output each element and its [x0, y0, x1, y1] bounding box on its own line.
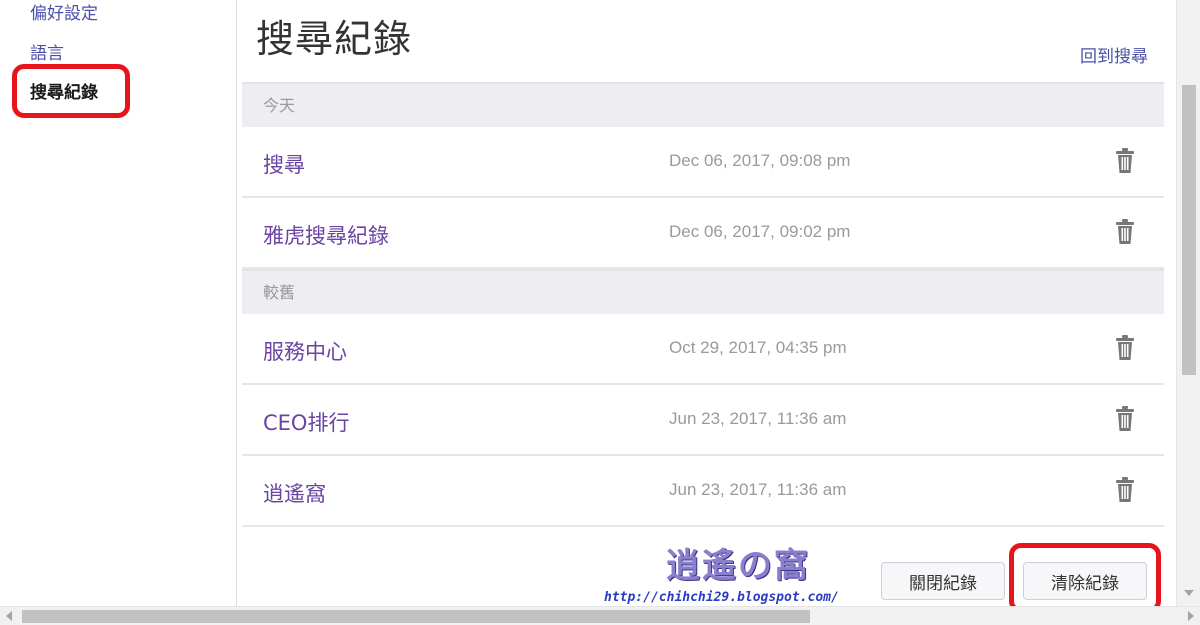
trash-icon[interactable] — [1114, 477, 1136, 503]
section-header-today: 今天 — [242, 82, 1164, 127]
scroll-right-arrow-icon[interactable] — [1188, 611, 1194, 621]
history-query-link[interactable]: 雅虎搜尋紀錄 — [263, 220, 389, 250]
history-timestamp: Jun 23, 2017, 11:36 am — [669, 480, 847, 499]
history-list: 今天 搜尋 Dec 06, 2017, 09:08 pm 雅虎搜尋紀錄 Dec … — [242, 82, 1164, 527]
history-timestamp: Dec 06, 2017, 09:02 pm — [669, 222, 851, 241]
history-timestamp: Oct 29, 2017, 04:35 pm — [669, 338, 847, 357]
history-query-link[interactable]: 服務中心 — [263, 336, 347, 366]
sidebar-item-preferences[interactable]: 偏好設定 — [30, 0, 98, 24]
scroll-left-arrow-icon[interactable] — [6, 611, 12, 621]
trash-icon[interactable] — [1114, 406, 1136, 432]
trash-icon[interactable] — [1114, 219, 1136, 245]
horizontal-scrollbar[interactable] — [0, 606, 1200, 625]
list-item: 雅虎搜尋紀錄 Dec 06, 2017, 09:02 pm — [242, 198, 1164, 269]
section-header-older: 較舊 — [242, 269, 1164, 314]
scroll-down-arrow-icon[interactable] — [1184, 590, 1194, 596]
close-history-button[interactable]: 關閉紀錄 — [881, 562, 1005, 600]
history-query-link[interactable]: CEO排行 — [263, 407, 349, 437]
vertical-scroll-thumb[interactable] — [1182, 85, 1196, 375]
sidebar: 偏好設定 語言 搜尋紀錄 — [0, 0, 237, 606]
trash-icon[interactable] — [1114, 335, 1136, 361]
list-item: CEO排行 Jun 23, 2017, 11:36 am — [242, 385, 1164, 456]
clear-history-button[interactable]: 清除紀錄 — [1023, 562, 1147, 600]
history-timestamp: Jun 23, 2017, 11:36 am — [669, 409, 847, 428]
sidebar-item-language[interactable]: 語言 — [30, 39, 64, 64]
vertical-scrollbar[interactable] — [1176, 0, 1200, 606]
list-item: 服務中心 Oct 29, 2017, 04:35 pm — [242, 314, 1164, 385]
history-timestamp: Dec 06, 2017, 09:08 pm — [669, 151, 851, 170]
history-query-link[interactable]: 搜尋 — [263, 149, 305, 179]
back-to-search-link[interactable]: 回到搜尋 — [1080, 42, 1148, 67]
sidebar-item-search-history[interactable]: 搜尋紀錄 — [30, 78, 98, 103]
horizontal-scroll-thumb[interactable] — [22, 610, 810, 623]
page-title: 搜尋紀錄 — [256, 17, 413, 61]
list-item: 搜尋 Dec 06, 2017, 09:08 pm — [242, 127, 1164, 198]
main-panel: 搜尋紀錄 回到搜尋 今天 搜尋 Dec 06, 2017, 09:08 pm 雅… — [238, 0, 1176, 606]
history-query-link[interactable]: 逍遙窩 — [263, 478, 326, 508]
list-item: 逍遙窩 Jun 23, 2017, 11:36 am — [242, 456, 1164, 527]
trash-icon[interactable] — [1114, 148, 1136, 174]
